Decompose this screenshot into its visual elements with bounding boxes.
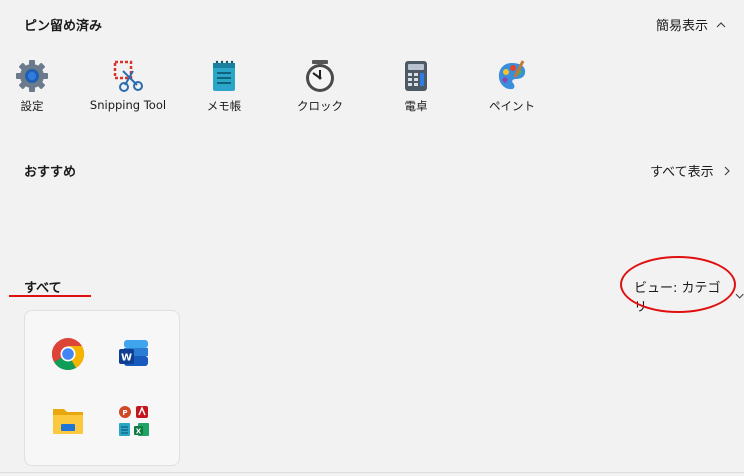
pinned-app-label: 電卓 <box>404 99 428 113</box>
pinned-app-label: クロック <box>297 99 343 113</box>
recommended-section-title: おすすめ <box>24 165 77 180</box>
compact-view-button[interactable]: 簡易表示 <box>656 15 726 34</box>
pinned-app-paint[interactable]: ペイント <box>464 58 560 118</box>
chevron-down-icon <box>735 293 744 299</box>
svg-text:W: W <box>121 353 132 364</box>
show-all-button[interactable]: すべて表示 <box>650 161 732 180</box>
pinned-app-label: Snipping Tool <box>89 98 167 112</box>
file-explorer-icon <box>50 403 86 439</box>
bottom-divider <box>0 472 744 473</box>
paint-icon <box>494 58 530 94</box>
pinned-app-label: 設定 <box>20 99 44 113</box>
all-section-title: すべて <box>24 281 62 296</box>
scissors-icon <box>110 58 146 94</box>
pinned-app-label: ペイント <box>489 99 535 113</box>
clock-icon <box>302 58 338 94</box>
category-folder-card[interactable]: W P X <box>24 310 180 466</box>
pinned-app-snipping-tool[interactable]: Snipping Tool <box>80 58 176 118</box>
red-ellipse-annotation <box>620 256 736 313</box>
pinned-app-calculator[interactable]: 電卓 <box>368 58 464 118</box>
word-icon: W <box>116 336 152 372</box>
notepad-icon <box>206 58 242 94</box>
office-apps-icon: P X <box>116 403 152 439</box>
pinned-app-notepad[interactable]: メモ帳 <box>176 58 272 118</box>
calculator-icon <box>398 58 434 94</box>
chevron-right-icon <box>724 166 730 175</box>
svg-text:X: X <box>136 428 142 436</box>
red-underline-annotation <box>9 295 91 297</box>
chevron-up-icon <box>716 21 726 27</box>
pinned-app-label: メモ帳 <box>206 99 242 113</box>
compact-view-label: 簡易表示 <box>656 19 709 34</box>
gear-icon <box>14 58 50 94</box>
show-all-label: すべて表示 <box>650 165 714 180</box>
pinned-section-title: ピン留め済み <box>24 19 103 34</box>
chrome-icon <box>50 336 86 372</box>
svg-text:P: P <box>122 409 127 417</box>
pinned-app-clock[interactable]: クロック <box>272 58 368 118</box>
pinned-app-settings[interactable]: 設定 <box>0 58 80 118</box>
